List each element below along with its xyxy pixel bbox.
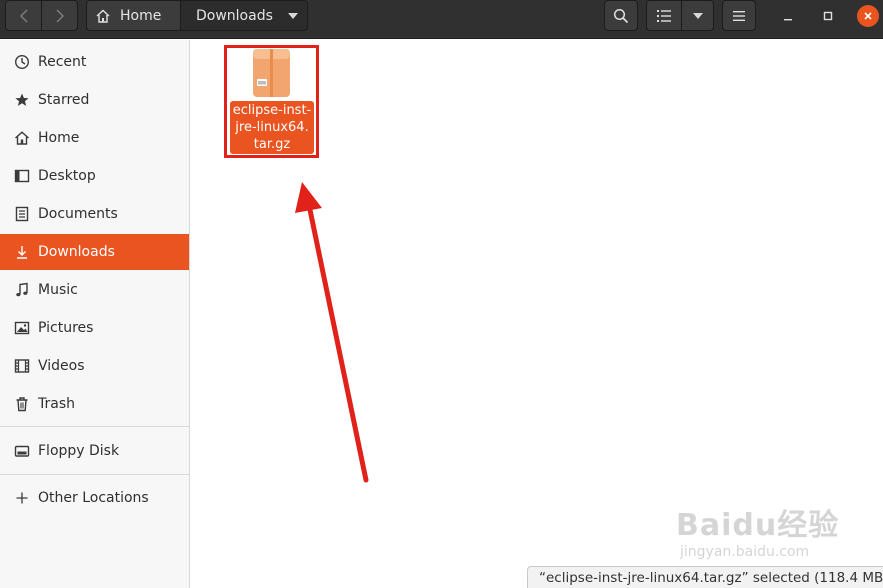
sidebar-item-downloads[interactable]: Downloads [0,234,189,270]
list-view-icon [657,9,671,22]
file-name-label: eclipse-inst- jre-linux64. tar.gz [230,101,314,154]
document-icon [14,206,30,222]
sidebar-item-label: Recent [38,54,87,70]
sidebar-item-label: Home [38,130,80,146]
main-menu-button[interactable] [722,0,756,31]
picture-icon [14,320,30,336]
sidebar-item-label: Floppy Disk [38,443,120,459]
desktop-icon [14,168,30,184]
file-name-line: tar.gz [253,137,291,152]
path-label-home: Home [120,7,162,24]
search-button[interactable] [604,0,638,31]
sidebar-item-floppy-disk[interactable]: Floppy Disk [0,433,189,469]
sidebar-item-label: Music [38,282,78,298]
view-options-button[interactable] [681,0,714,31]
back-button[interactable] [5,0,42,31]
star-icon [14,92,30,108]
sidebar-item-documents[interactable]: Documents [0,196,189,232]
minimize-icon [784,19,792,21]
clock-icon [14,54,30,70]
path-label-downloads: Downloads [196,7,273,24]
sidebar-item-home[interactable]: Home [0,120,189,156]
home-icon [96,9,110,23]
header-bar: Home Downloads [0,0,883,39]
home-icon [14,130,30,146]
sidebar: Recent Starred Home Desktop Documents Do… [0,40,190,588]
chevron-left-icon [19,8,28,23]
download-icon [14,244,30,260]
sidebar-separator [0,426,189,427]
status-text: “eclipse-inst-jre-linux64.tar.gz” select… [539,569,883,586]
sidebar-item-desktop[interactable]: Desktop [0,158,189,194]
sidebar-item-other-locations[interactable]: Other Locations [0,480,189,516]
file-name-line: eclipse-inst- [232,103,312,118]
file-view: eclipse-inst- jre-linux64. tar.gz [191,40,883,588]
sidebar-item-label: Downloads [38,244,115,260]
list-view-button[interactable] [646,0,682,31]
sidebar-item-label: Desktop [38,168,96,184]
close-icon [864,12,872,20]
chevron-down-icon [288,13,298,19]
film-icon [14,358,30,374]
close-button[interactable] [857,5,879,27]
path-button-home[interactable]: Home [86,0,181,31]
forward-button[interactable] [41,0,78,31]
sidebar-separator [0,474,189,475]
chevron-right-icon [55,8,64,23]
music-note-icon [14,282,30,298]
plus-icon [14,490,30,506]
sidebar-item-videos[interactable]: Videos [0,348,189,384]
drive-icon [14,443,30,459]
file-manager-window: Home Downloads Recent Starred Home Deskt… [0,0,883,588]
maximize-icon [823,11,833,21]
sidebar-item-recent[interactable]: Recent [0,44,189,80]
sidebar-item-label: Other Locations [38,490,149,506]
search-icon [613,8,629,23]
archive-icon [253,49,290,97]
path-button-downloads[interactable]: Downloads [180,0,308,31]
status-bar: “eclipse-inst-jre-linux64.tar.gz” select… [527,566,883,588]
file-name-line: jre-linux64. [235,120,309,135]
maximize-button[interactable] [817,5,839,27]
sidebar-item-label: Pictures [38,320,94,336]
sidebar-item-label: Trash [38,396,75,412]
trash-icon [14,396,30,412]
minimize-button[interactable] [777,5,799,27]
sidebar-item-label: Videos [38,358,85,374]
sidebar-item-starred[interactable]: Starred [0,82,189,118]
sidebar-item-label: Starred [38,92,90,108]
sidebar-item-label: Documents [38,206,118,222]
sidebar-item-pictures[interactable]: Pictures [0,310,189,346]
sidebar-item-trash[interactable]: Trash [0,386,189,422]
hamburger-icon [733,10,745,21]
file-item[interactable]: eclipse-inst- jre-linux64. tar.gz [227,47,317,157]
chevron-down-icon [692,12,703,19]
sidebar-item-music[interactable]: Music [0,272,189,308]
